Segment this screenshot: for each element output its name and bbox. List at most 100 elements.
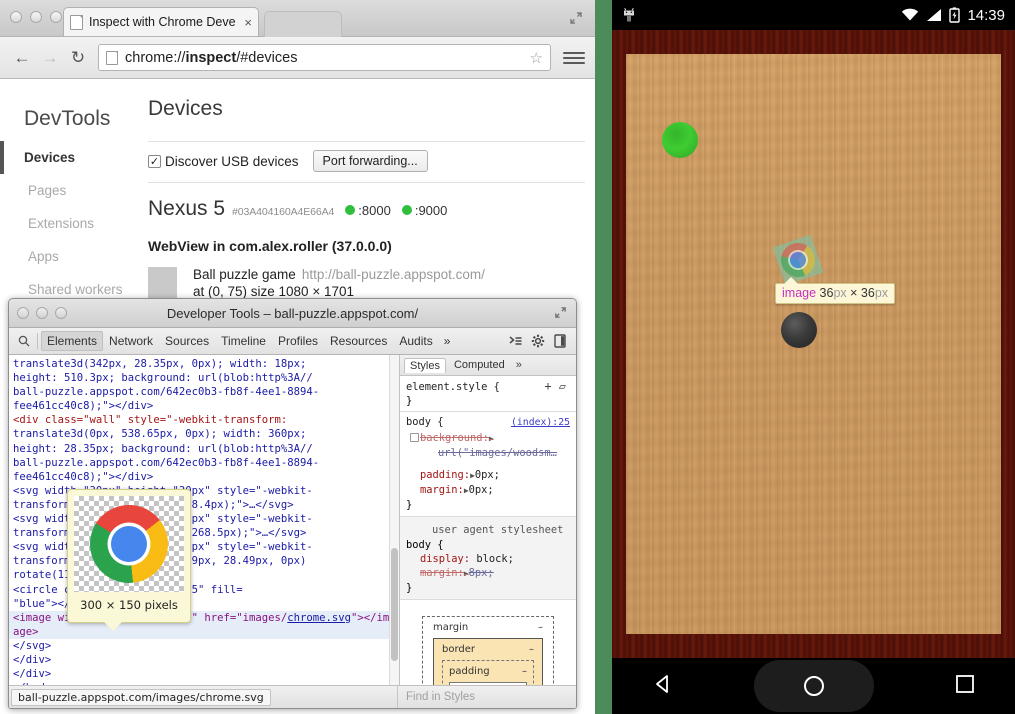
expand-triangle-icon[interactable]: ▶ bbox=[489, 434, 494, 443]
tab-profiles[interactable]: Profiles bbox=[272, 331, 324, 351]
devtools-body: translate3d(342px, 28.35px, 0px); width:… bbox=[9, 355, 576, 688]
dock-side-icon[interactable] bbox=[549, 334, 571, 348]
property-value: url("images/woodsm… bbox=[420, 446, 570, 460]
gear-icon[interactable] bbox=[527, 334, 549, 348]
sidebar-item-label: Pages bbox=[28, 183, 66, 198]
box-model-padding-row: padding– bbox=[449, 665, 527, 679]
tab-timeline[interactable]: Timeline bbox=[215, 331, 272, 351]
css-property-margin-ua[interactable]: margin:▶8px; bbox=[406, 566, 570, 581]
url-bold: inspect bbox=[185, 50, 236, 66]
home-icon[interactable] bbox=[754, 660, 874, 712]
box-model-border[interactable]: border– padding– 360 × 0 bbox=[433, 638, 543, 688]
dom-href-link[interactable]: chrome.svg bbox=[287, 612, 351, 624]
style-rule-user-agent[interactable]: user agent stylesheet body { display: bl… bbox=[400, 517, 576, 600]
webview-title: WebView in com.alex.roller (37.0.0.0) bbox=[148, 238, 585, 254]
browser-tab-title: Inspect with Chrome Deve bbox=[89, 15, 240, 29]
styles-tabbar: Styles Computed » bbox=[400, 355, 576, 376]
tooltip-width-unit: px bbox=[833, 286, 846, 300]
target-name-row: Ball puzzle gamehttp://ball-puzzle.appsp… bbox=[193, 267, 485, 282]
tab-resources[interactable]: Resources bbox=[324, 331, 393, 351]
tab-network[interactable]: Network bbox=[103, 331, 159, 351]
dark-ball bbox=[781, 312, 817, 348]
discover-usb-checkbox[interactable]: ✓ bbox=[148, 155, 161, 168]
window-controls[interactable] bbox=[10, 11, 62, 23]
property-name: margin bbox=[420, 567, 458, 579]
sidebar-item-devices[interactable]: Devices bbox=[0, 141, 140, 174]
dom-scrollbar[interactable] bbox=[389, 355, 399, 688]
property-value: 0px; bbox=[475, 469, 500, 481]
chrome-logo-icon bbox=[90, 505, 168, 583]
spacer bbox=[406, 460, 570, 468]
sidebar-item-apps[interactable]: Apps bbox=[0, 240, 140, 273]
green-ball bbox=[662, 122, 698, 158]
box-model-padding[interactable]: padding– 360 × 0 bbox=[442, 660, 534, 688]
battery-charging-icon bbox=[949, 7, 960, 23]
zoom-window-button[interactable] bbox=[55, 307, 67, 319]
tab-sources[interactable]: Sources bbox=[159, 331, 215, 351]
close-icon[interactable]: × bbox=[244, 16, 252, 29]
back-button[interactable]: ← bbox=[10, 46, 34, 70]
port-badge-8000: :8000 bbox=[345, 203, 391, 218]
close-window-button[interactable] bbox=[10, 11, 22, 23]
discover-usb-row: ✓ Discover USB devices Port forwarding..… bbox=[148, 142, 585, 182]
status-bar-clock: 14:39 bbox=[967, 7, 1005, 24]
styles-rules-list[interactable]: element.style { + ▱ } body { (index):25 bbox=[400, 376, 576, 688]
user-agent-stylesheet-label: user agent stylesheet bbox=[406, 520, 570, 538]
search-icon[interactable] bbox=[14, 335, 34, 347]
stylesheet-source-link[interactable]: (index):25 bbox=[511, 416, 570, 430]
rule-selector-row: element.style { + ▱ bbox=[406, 379, 570, 394]
page-title: Devices bbox=[148, 97, 585, 121]
sidebar-item-label: Extensions bbox=[28, 216, 94, 231]
hamburger-menu-icon[interactable] bbox=[563, 52, 585, 64]
box-model-margin[interactable]: margin– border– padding– 360 × 0 bbox=[422, 616, 554, 688]
more-panes-button[interactable]: » bbox=[513, 357, 525, 373]
dom-tree-pane[interactable]: translate3d(342px, 28.35px, 0px); width:… bbox=[9, 355, 400, 688]
zoom-window-button[interactable] bbox=[50, 11, 62, 23]
styles-pane: Styles Computed » element.style { + ▱ } bbox=[400, 355, 576, 688]
maximize-icon[interactable] bbox=[554, 306, 567, 319]
tab-audits[interactable]: Audits bbox=[393, 331, 438, 351]
console-drawer-icon[interactable] bbox=[505, 335, 527, 347]
sidebar-item-pages[interactable]: Pages bbox=[0, 174, 140, 207]
url-prefix: chrome:// bbox=[125, 50, 185, 66]
target-url: http://ball-puzzle.appspot.com/ bbox=[302, 267, 485, 282]
scrollbar-thumb[interactable] bbox=[391, 548, 398, 661]
inspect-content: Devices ✓ Discover USB devices Port forw… bbox=[148, 97, 585, 325]
devtools-window: Developer Tools – ball-puzzle.appspot.co… bbox=[8, 298, 577, 709]
sidebar-item-extensions[interactable]: Extensions bbox=[0, 207, 140, 240]
css-property-margin[interactable]: margin:▶0px; bbox=[406, 483, 570, 498]
add-rule-button[interactable]: + ▱ bbox=[544, 379, 570, 393]
close-window-button[interactable] bbox=[17, 307, 29, 319]
tab-styles[interactable]: Styles bbox=[404, 358, 446, 373]
property-value: block; bbox=[476, 553, 514, 565]
address-bar[interactable]: chrome://inspect/#devices ☆ bbox=[98, 44, 551, 71]
box-model-margin-value: – bbox=[538, 621, 543, 635]
browser-tab-active[interactable]: Inspect with Chrome Deve × bbox=[63, 7, 259, 36]
recents-icon[interactable] bbox=[955, 674, 975, 699]
tab-computed[interactable]: Computed bbox=[448, 357, 511, 373]
forward-button[interactable]: → bbox=[38, 46, 62, 70]
new-tab-button[interactable] bbox=[264, 11, 342, 37]
browser-toolbar: ← → ↻ chrome://inspect/#devices ☆ bbox=[0, 37, 595, 79]
tab-elements[interactable]: Elements bbox=[41, 331, 103, 351]
css-property-padding[interactable]: padding:▶0px; bbox=[406, 468, 570, 483]
property-enable-checkbox[interactable] bbox=[410, 433, 419, 442]
devtools-window-controls[interactable] bbox=[17, 307, 67, 319]
find-in-styles-input[interactable]: Find in Styles bbox=[397, 686, 576, 708]
bookmark-star-icon[interactable]: ☆ bbox=[530, 49, 543, 67]
tooltip-width: 36 bbox=[820, 286, 834, 300]
css-property-background[interactable]: background:▶ url("images/woodsm… bbox=[406, 431, 570, 460]
minimize-window-button[interactable] bbox=[36, 307, 48, 319]
reload-button[interactable]: ↻ bbox=[66, 46, 90, 70]
css-property-display[interactable]: display: block; bbox=[406, 552, 570, 566]
style-rule-body-index[interactable]: body { (index):25 background:▶ url("imag… bbox=[400, 412, 576, 516]
rule-close-brace: } bbox=[406, 581, 570, 595]
device-bezel-strip bbox=[595, 0, 612, 714]
more-tabs-button[interactable]: » bbox=[439, 331, 456, 351]
style-rule-element[interactable]: element.style { + ▱ } bbox=[400, 376, 576, 412]
back-icon[interactable] bbox=[652, 673, 674, 700]
port-forwarding-button[interactable]: Port forwarding... bbox=[313, 150, 428, 172]
minimize-window-button[interactable] bbox=[30, 11, 42, 23]
box-model-diagram[interactable]: margin– border– padding– 360 × 0 bbox=[400, 600, 576, 688]
maximize-icon[interactable] bbox=[569, 11, 583, 25]
